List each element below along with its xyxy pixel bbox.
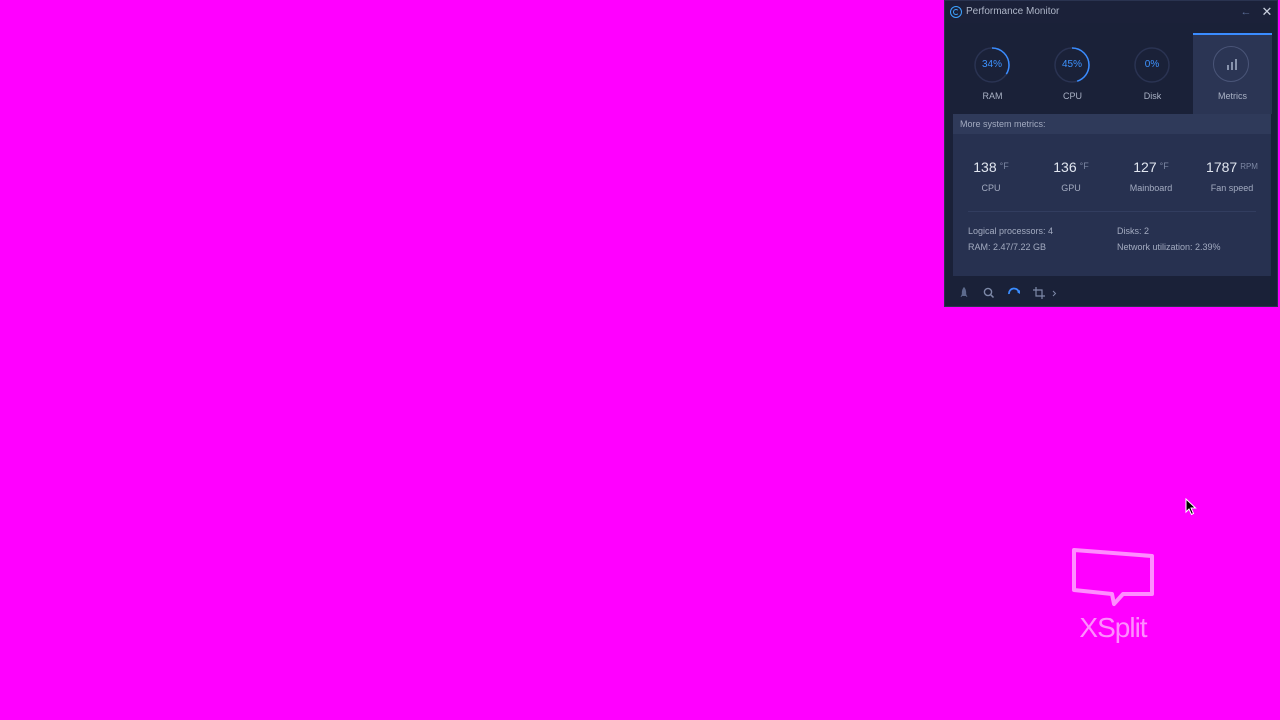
close-button[interactable]: ✕	[1259, 4, 1275, 20]
chevron-right-icon	[1052, 290, 1057, 297]
ram-gauge: 34%	[973, 46, 1011, 84]
crop-icon	[1033, 287, 1045, 299]
metric-tabs: 34% RAM 45% CPU 0% Disk Metrics	[953, 33, 1272, 114]
network-utilization-info: Network utilization: 2.39%	[1117, 242, 1221, 252]
gpu-temp-label: GPU	[1061, 183, 1081, 193]
ram-value: 34%	[981, 59, 1002, 70]
mouse-cursor-icon	[1185, 498, 1197, 516]
search-button[interactable]	[981, 285, 997, 301]
refresh-icon	[1008, 287, 1020, 295]
disks-info: Disks: 2	[1117, 226, 1150, 236]
xsplit-logo-text: XSplit	[1079, 612, 1147, 643]
arrow-left-icon: ←	[1240, 6, 1252, 18]
gpu-temp-unit: °F	[1079, 161, 1089, 171]
window-title: Performance Monitor	[966, 6, 1060, 17]
rocket-button[interactable]	[956, 285, 972, 301]
xsplit-logo-icon	[1072, 548, 1154, 606]
search-icon	[983, 287, 995, 299]
fan-speed: 1787 RPM Fan speed	[1193, 159, 1271, 193]
crop-button[interactable]	[1031, 285, 1047, 301]
xsplit-watermark: XSplit	[1068, 546, 1158, 650]
tab-cpu-label: CPU	[1062, 91, 1082, 101]
divider	[968, 211, 1256, 212]
disk-value: 0%	[1144, 59, 1160, 70]
tab-metrics[interactable]: Metrics	[1193, 33, 1272, 114]
cpu-temp-unit: °F	[999, 161, 1009, 171]
app-logo-icon	[950, 6, 962, 18]
mainboard-temp-unit: °F	[1159, 161, 1169, 171]
performance-monitor-window: Performance Monitor ← ✕ 34% RAM 45% CPU …	[944, 0, 1278, 307]
cpu-value: 45%	[1061, 59, 1082, 70]
fan-speed-value: 1787	[1206, 159, 1238, 175]
tab-ram-label: RAM	[982, 91, 1003, 101]
title-bar: Performance Monitor ← ✕	[945, 1, 1277, 23]
mainboard-temperature: 127 °F Mainboard	[1113, 159, 1189, 193]
logical-processors-info: Logical processors: 4	[968, 226, 1054, 236]
cpu-temp-label: CPU	[981, 183, 1001, 193]
cpu-gauge: 45%	[1053, 46, 1091, 84]
tab-cpu[interactable]: 45% CPU	[1033, 33, 1112, 114]
tab-metrics-label: Metrics	[1218, 91, 1247, 101]
tab-ram[interactable]: 34% RAM	[953, 33, 1032, 114]
disk-gauge: 0%	[1133, 46, 1171, 84]
rocket-icon	[960, 287, 968, 297]
tab-disk[interactable]: 0% Disk	[1113, 33, 1192, 114]
bar-chart-icon	[1213, 46, 1249, 82]
mainboard-temp-value: 127	[1133, 159, 1157, 175]
metrics-panel: More system metrics: 138 °F CPU 136 °F GPU…	[953, 114, 1271, 276]
more-button[interactable]	[1049, 285, 1059, 301]
refresh-button[interactable]	[1006, 285, 1022, 301]
desktop: Performance Monitor ← ✕ 34% RAM 45% CPU …	[0, 0, 1280, 720]
cpu-temperature: 138 °F CPU	[953, 159, 1029, 193]
cpu-temp-value: 138	[973, 159, 997, 175]
mainboard-temp-label: Mainboard	[1129, 183, 1173, 193]
gpu-temperature: 136 °F GPU	[1033, 159, 1109, 193]
close-icon: ✕	[1261, 4, 1273, 19]
tab-disk-label: Disk	[1143, 91, 1162, 101]
fan-speed-unit: RPM	[1240, 162, 1258, 171]
metrics-header: More system metrics:	[953, 114, 1271, 134]
fan-speed-label: Fan speed	[1210, 183, 1254, 193]
ram-info: RAM: 2.47/7.22 GB	[968, 242, 1047, 252]
back-button[interactable]: ←	[1238, 4, 1254, 20]
gpu-temp-value: 136	[1053, 159, 1077, 175]
footer-toolbar	[945, 283, 1277, 305]
